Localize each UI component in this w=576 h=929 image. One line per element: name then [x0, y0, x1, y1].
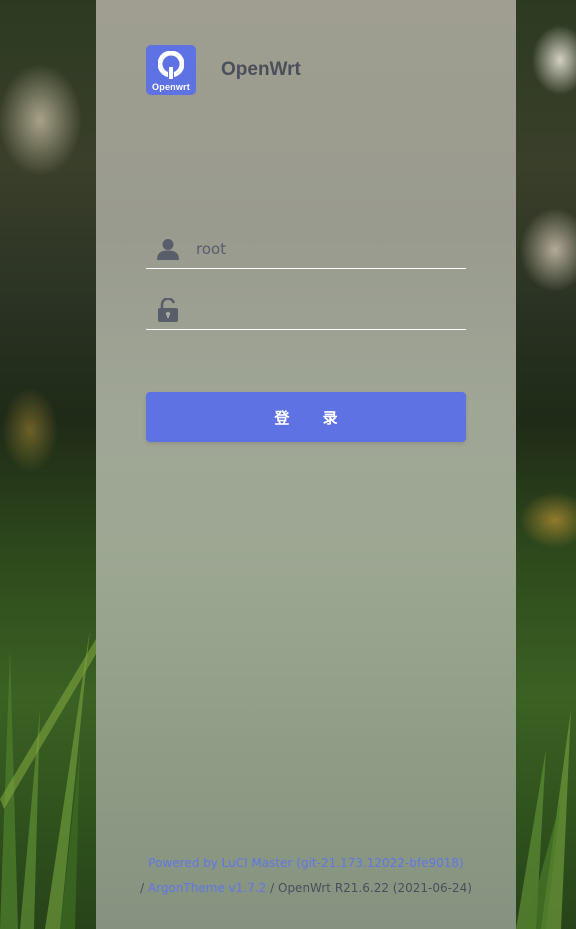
- footer-powered-by: Powered by LuCI Master (git-21.173.12022…: [96, 856, 516, 870]
- username-input[interactable]: [194, 233, 466, 265]
- username-field[interactable]: [146, 230, 466, 269]
- openwrt-logo: Openwrt: [146, 45, 196, 95]
- password-field[interactable]: [146, 291, 466, 330]
- logo-text: Openwrt: [152, 82, 190, 92]
- grass-left-decoration: [0, 629, 96, 929]
- footer-separator: /: [140, 881, 145, 895]
- openwrt-logo-icon: [158, 51, 184, 79]
- login-header: Openwrt OpenWrt: [146, 45, 301, 95]
- password-input[interactable]: [194, 294, 466, 326]
- login-panel: Openwrt OpenWrt 登 录 Powered by LuCI Mast…: [96, 0, 516, 929]
- login-button[interactable]: 登 录: [146, 392, 466, 442]
- argon-theme-link[interactable]: ArgonTheme v1.7.2: [148, 881, 266, 895]
- brand-title: OpenWrt: [221, 59, 301, 80]
- user-icon: [155, 236, 181, 262]
- footer-version: / ArgonTheme v1.7.2 / OpenWrt R21.6.22 (…: [96, 881, 516, 895]
- luci-link[interactable]: Powered by LuCI Master (git-21.173.12022…: [148, 856, 463, 870]
- openwrt-version-text: / OpenWrt R21.6.22 (2021-06-24): [270, 881, 472, 895]
- grass-right-decoration: [516, 709, 571, 929]
- unlock-icon: [155, 297, 181, 323]
